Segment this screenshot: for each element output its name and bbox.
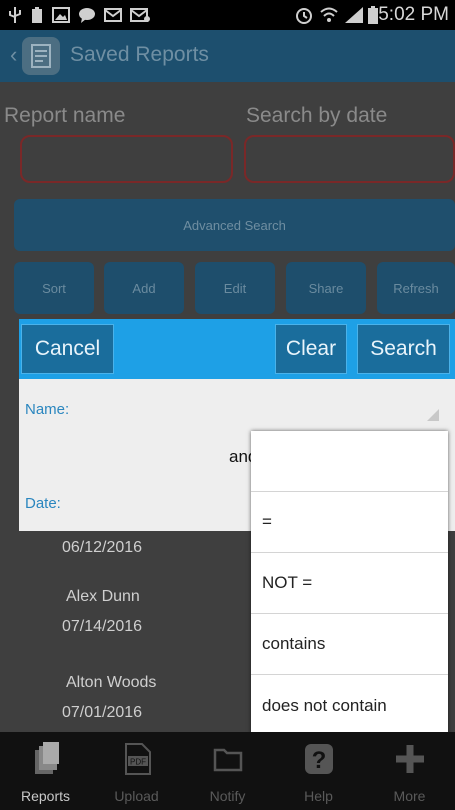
list-item-name: Alton Woods [66, 674, 157, 691]
battery-icon [368, 6, 378, 24]
back-chevron-icon[interactable]: ‹ [10, 42, 17, 68]
tab-more[interactable]: More [364, 732, 455, 810]
add-button[interactable]: Add [104, 262, 184, 314]
tab-label: Help [304, 788, 333, 804]
screen: 5:02 PM ‹ Saved Reports Report name Sear… [0, 0, 455, 810]
dropdown-option[interactable]: does not contain [251, 675, 448, 736]
signal-icon [343, 7, 365, 23]
tab-label: Upload [114, 788, 159, 804]
svg-text:PDF: PDF [130, 758, 146, 767]
list-item[interactable]: Alex Dunn 07/14/2016 [0, 581, 250, 651]
cancel-button[interactable]: Cancel [21, 324, 114, 374]
tab-label: More [393, 788, 426, 804]
status-bar: 5:02 PM [0, 0, 455, 30]
page-title: Saved Reports [70, 43, 209, 66]
alarm-icon [295, 7, 313, 24]
list-item-date: 06/12/2016 [62, 539, 143, 556]
tab-label: Notify [209, 788, 246, 804]
list-item-date: 07/14/2016 [62, 618, 143, 635]
dropdown-option[interactable]: NOT = [251, 553, 448, 614]
report-name-field[interactable] [20, 135, 233, 183]
sort-button[interactable]: Sort [14, 262, 94, 314]
operator-dropdown: = NOT = contains does not contain [251, 431, 448, 737]
status-time: 5:02 PM [378, 4, 449, 25]
date-label: Date: [25, 495, 61, 512]
name-label: Name: [25, 401, 70, 418]
list-item-name: Alex Dunn [66, 588, 140, 605]
tab-bar: Reports PDF Upload Notify ? Help More [0, 732, 455, 810]
chat-icon [78, 7, 96, 23]
refresh-button[interactable]: Refresh [377, 262, 455, 314]
search-by-date-label: Search by date [246, 104, 388, 127]
mail-icon [130, 7, 150, 23]
svg-text:?: ? [312, 747, 327, 774]
dialog-toolbar: Cancel Clear Search [19, 319, 455, 379]
clear-button[interactable]: Clear [275, 324, 347, 374]
usb-icon [8, 7, 22, 23]
dropdown-option[interactable]: contains [251, 614, 448, 675]
tab-label: Reports [20, 788, 71, 804]
image-icon [52, 7, 70, 23]
dropdown-option[interactable] [251, 431, 448, 492]
tab-notify[interactable]: Notify [182, 732, 273, 810]
edit-button[interactable]: Edit [195, 262, 275, 314]
plus-icon [391, 740, 429, 778]
help-icon: ? [300, 740, 338, 778]
search-button[interactable]: Search [357, 324, 450, 374]
tab-help[interactable]: ? Help [273, 732, 364, 810]
advanced-search-button[interactable]: Advanced Search [14, 199, 455, 251]
report-icon[interactable] [22, 37, 60, 75]
gmail-icon [104, 7, 122, 23]
share-button[interactable]: Share [286, 262, 366, 314]
battery-notification-icon [31, 7, 43, 23]
tab-reports[interactable]: Reports [0, 732, 91, 810]
list-item-date: 07/01/2016 [62, 704, 143, 721]
list-item[interactable]: 06/12/2016 [0, 531, 250, 581]
report-name-label: Report name [4, 104, 126, 127]
action-bar: ‹ Saved Reports [0, 30, 455, 82]
search-by-date-field[interactable] [244, 135, 455, 183]
spinner-arrow-icon[interactable] [427, 409, 439, 421]
reports-icon [27, 740, 65, 778]
pdf-icon: PDF [118, 740, 156, 778]
folder-icon [209, 740, 247, 778]
wifi-icon [320, 7, 338, 23]
dropdown-option[interactable]: = [251, 492, 448, 553]
tab-upload[interactable]: PDF Upload [91, 732, 182, 810]
list-item[interactable]: Alton Woods 07/01/2016 [0, 667, 250, 732]
